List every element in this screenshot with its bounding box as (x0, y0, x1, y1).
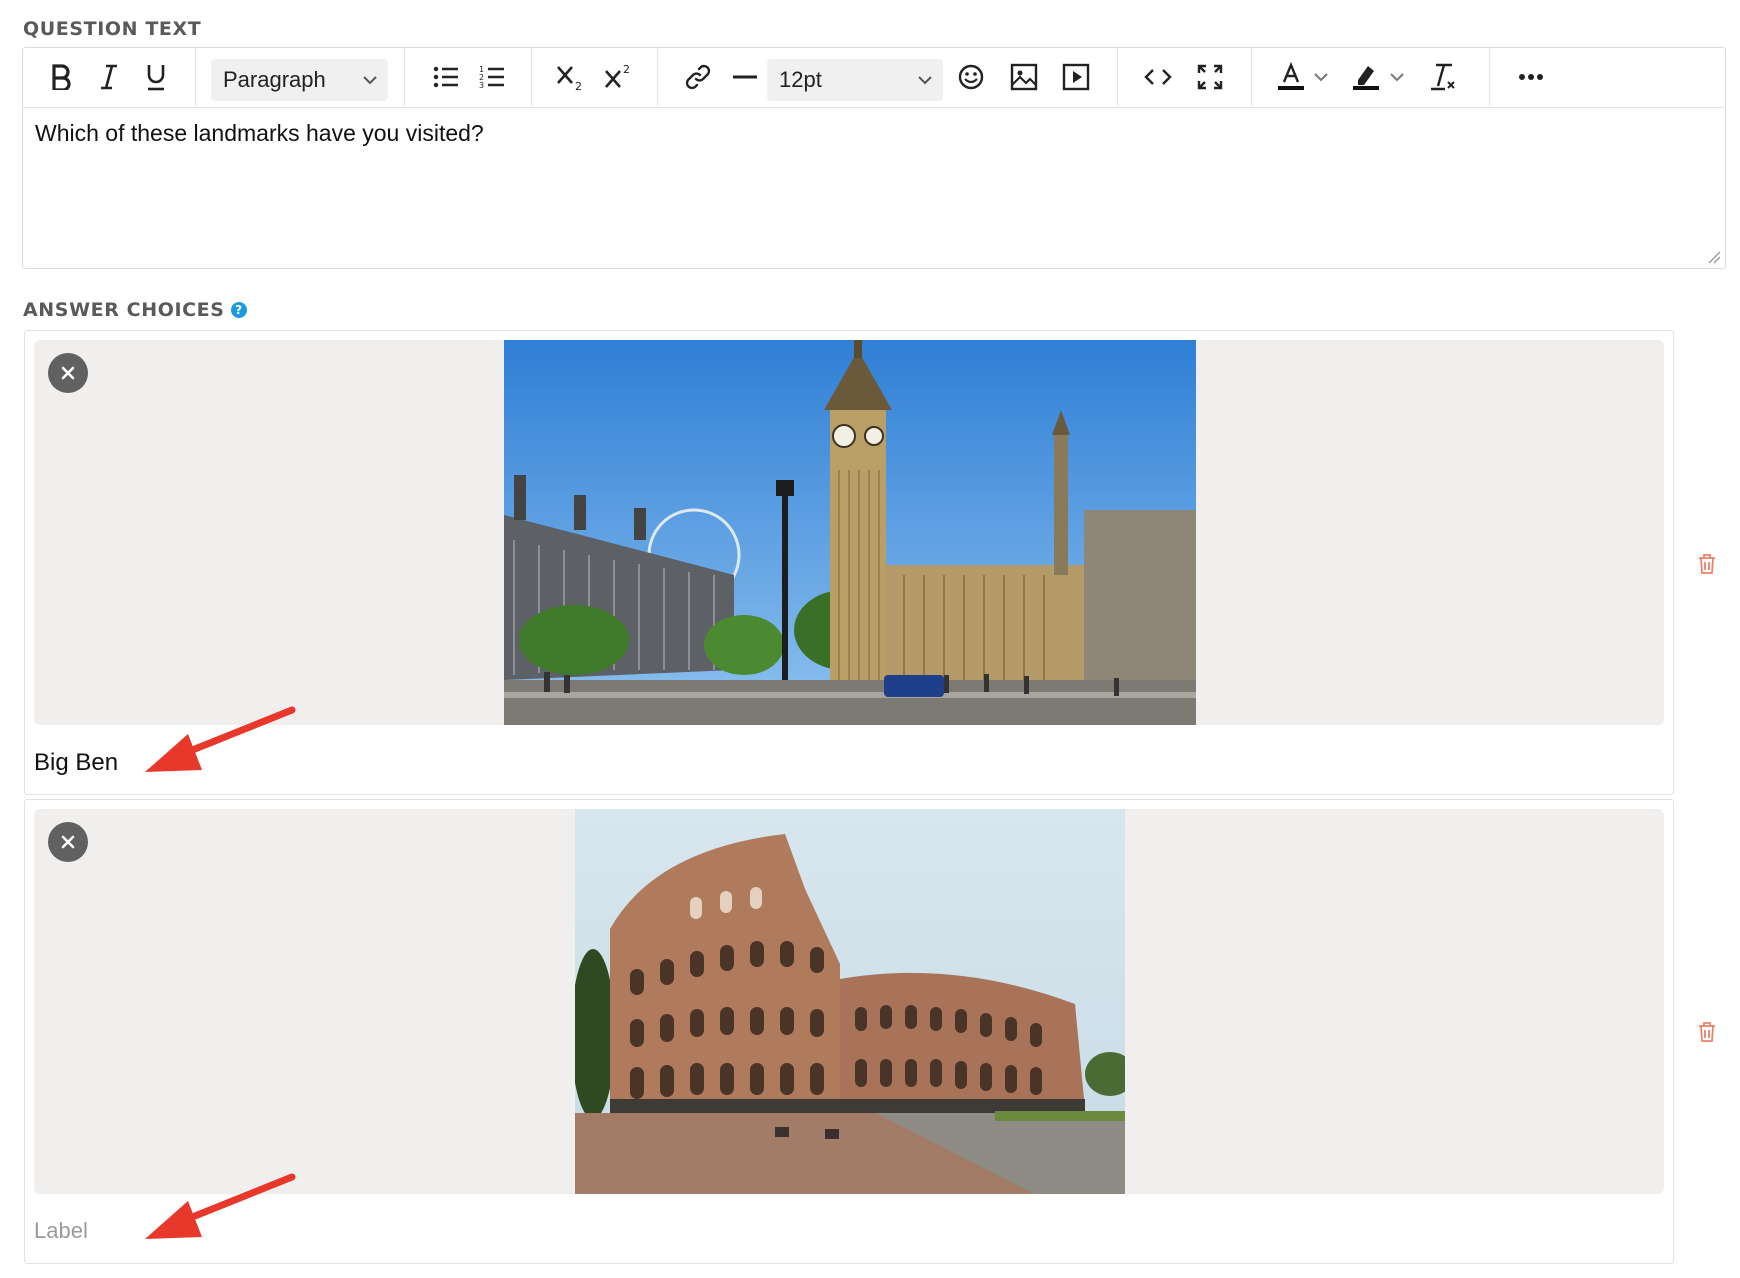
text-color-chevron-icon[interactable] (1311, 54, 1331, 100)
subscript-icon[interactable]: 2 (551, 54, 591, 100)
block-format-dropdown[interactable]: Paragraph (211, 59, 388, 101)
delete-choice-icon[interactable] (1697, 553, 1717, 575)
highlight-color-icon[interactable] (1347, 54, 1385, 100)
close-icon (61, 835, 75, 849)
fullscreen-icon[interactable] (1190, 54, 1230, 100)
delete-choice-icon[interactable] (1697, 1021, 1717, 1043)
close-icon (61, 366, 75, 380)
horizontal-rule-icon[interactable] (725, 54, 765, 100)
colosseum-image (575, 809, 1125, 1194)
rich-text-editor[interactable]: Paragraph 123 2 2 12pt Which of these la… (22, 47, 1726, 269)
answer-image-area[interactable] (34, 340, 1664, 725)
font-size-dropdown[interactable]: 12pt (767, 59, 943, 101)
code-icon[interactable] (1138, 54, 1178, 100)
annotation-arrow-icon (145, 706, 296, 772)
help-icon[interactable]: ? (230, 302, 247, 318)
question-text-content[interactable]: Which of these landmarks have you visite… (35, 120, 484, 147)
text-color-icon[interactable] (1273, 54, 1309, 100)
font-size-value: 12pt (779, 67, 822, 92)
bullet-list-icon[interactable] (427, 54, 465, 100)
answer-choices-heading: ANSWER CHOICES? (23, 299, 247, 321)
superscript-icon[interactable]: 2 (599, 54, 639, 100)
chevron-down-icon (918, 76, 932, 85)
underline-icon[interactable] (137, 54, 175, 100)
highlight-color-chevron-icon[interactable] (1387, 54, 1407, 100)
more-icon[interactable] (1511, 54, 1551, 100)
svg-text:3: 3 (479, 81, 484, 90)
resize-grip-icon[interactable] (1707, 250, 1721, 264)
annotation-arrow-icon (145, 1173, 296, 1239)
svg-text:2: 2 (623, 63, 630, 76)
remove-image-button[interactable] (48, 353, 88, 393)
answer-image-area[interactable] (34, 809, 1664, 1194)
svg-text:2: 2 (575, 80, 582, 91)
emoji-icon[interactable] (951, 54, 991, 100)
clear-format-icon[interactable] (1423, 54, 1461, 100)
italic-icon[interactable] (90, 54, 128, 100)
chevron-down-icon (363, 76, 377, 85)
question-text-heading: QUESTION TEXT (23, 18, 202, 40)
big-ben-image (504, 340, 1196, 725)
editor-toolbar: Paragraph 123 2 2 12pt (23, 48, 1725, 108)
choice-label[interactable]: Big Ben (34, 749, 118, 777)
block-format-value: Paragraph (223, 67, 326, 92)
link-icon[interactable] (678, 54, 718, 100)
image-icon[interactable] (1004, 54, 1044, 100)
answer-choices-label: ANSWER CHOICES (23, 299, 225, 321)
bold-icon[interactable] (43, 54, 81, 100)
video-icon[interactable] (1056, 54, 1096, 100)
remove-image-button[interactable] (48, 822, 88, 862)
numbered-list-icon[interactable]: 123 (473, 54, 511, 100)
